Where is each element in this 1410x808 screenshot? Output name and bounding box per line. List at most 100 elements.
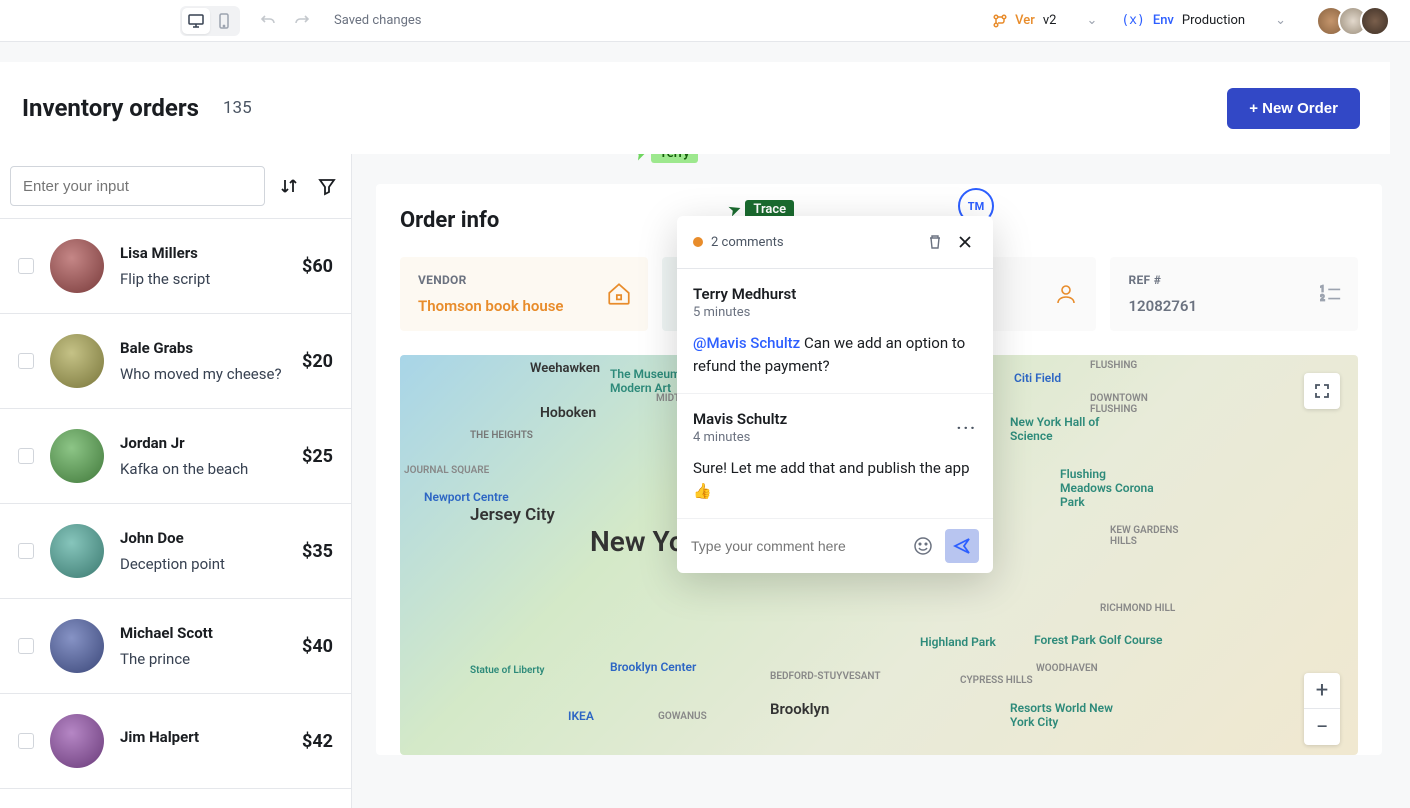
comment-time: 5 minutes	[693, 305, 796, 320]
ref-label: REF #	[1128, 273, 1340, 287]
order-price: $35	[302, 541, 333, 562]
search-input[interactable]	[10, 166, 265, 206]
filter-button[interactable]	[313, 172, 341, 200]
collaborator-cursor-terry: ➤ Terry	[634, 154, 698, 163]
device-toggle	[180, 6, 240, 36]
order-list-row[interactable]: Bale Grabs Who moved my cheese? $20	[0, 314, 351, 409]
order-subtitle: Kafka on the beach	[120, 460, 286, 478]
map-hood: BEDFORD-STUYVESANT	[770, 671, 880, 682]
order-list-row[interactable]: Lisa Millers Flip the script $60	[0, 219, 351, 314]
archive-button[interactable]	[923, 230, 947, 254]
map-hood: GOWANUS	[658, 711, 707, 722]
avatar	[50, 429, 104, 483]
ref-value: 12082761	[1128, 297, 1340, 315]
order-detail-pane: ➤ Terry ➤ Trace TM Order info VENDOR Tho…	[352, 154, 1410, 808]
topbar: Saved changes Ver v2 ⌄ (x) Env Productio…	[0, 0, 1410, 42]
chevron-down-icon: ⌄	[1086, 13, 1097, 28]
page-header: Inventory orders 135 + New Order	[0, 62, 1390, 154]
cursor-label: Terry	[651, 154, 697, 163]
map-poi: Forest Park Golf Course	[1034, 633, 1162, 647]
order-price: $60	[302, 256, 333, 277]
desktop-device-button[interactable]	[182, 8, 210, 34]
desktop-icon	[188, 14, 204, 28]
order-price: $42	[302, 731, 333, 752]
order-name: Lisa Millers	[120, 244, 286, 262]
map-hood: DOWNTOWN FLUSHING	[1090, 393, 1170, 415]
map-zoom-control: + −	[1304, 673, 1340, 745]
comment-time: 4 minutes	[693, 430, 787, 445]
order-name: Jordan Jr	[120, 434, 286, 452]
trash-icon	[928, 234, 942, 250]
send-comment-button[interactable]	[945, 529, 979, 563]
order-list-row[interactable]: John Doe Deception point $35	[0, 504, 351, 599]
vendor-card: VENDOR Thomson book house	[400, 257, 648, 331]
new-order-button[interactable]: + New Order	[1227, 88, 1360, 129]
avatar	[50, 334, 104, 388]
map-hood: Statue of Liberty	[470, 665, 545, 676]
row-checkbox[interactable]	[18, 353, 34, 369]
row-checkbox[interactable]	[18, 638, 34, 654]
comment-reply-input[interactable]	[691, 538, 901, 554]
redo-button[interactable]	[288, 7, 316, 35]
mobile-device-button[interactable]	[210, 8, 238, 34]
row-checkbox[interactable]	[18, 543, 34, 559]
map-fullscreen-button[interactable]	[1304, 373, 1340, 409]
fullscreen-icon	[1314, 383, 1330, 399]
undo-button[interactable]	[254, 7, 282, 35]
map-label: THE HEIGHTS	[470, 430, 533, 441]
home-icon	[606, 281, 632, 307]
close-button[interactable]	[953, 230, 977, 254]
ref-card: REF # 12082761 12	[1110, 257, 1358, 331]
order-name: Jim Halpert	[120, 728, 286, 746]
row-checkbox[interactable]	[18, 258, 34, 274]
undo-icon	[260, 13, 276, 29]
cursor-arrow-icon: ➤	[631, 154, 650, 165]
order-price: $25	[302, 446, 333, 467]
page-title: Inventory orders	[22, 94, 199, 122]
comment-item: Terry Medhurst 5 minutes @Mavis Schultz …	[677, 269, 993, 394]
row-checkbox[interactable]	[18, 733, 34, 749]
saved-status: Saved changes	[334, 13, 421, 28]
branch-icon	[993, 14, 1007, 28]
order-price: $40	[302, 636, 333, 657]
zoom-out-button[interactable]: −	[1304, 709, 1340, 745]
order-list-row[interactable]: Jordan Jr Kafka on the beach $25	[0, 409, 351, 504]
map-poi: Resorts World New York City	[1010, 701, 1130, 729]
redo-icon	[294, 13, 310, 29]
map-hood: FLUSHING	[1090, 360, 1137, 371]
emoji-icon	[913, 536, 933, 556]
chevron-down-icon: ⌄	[1275, 13, 1286, 28]
order-list-sidebar: Lisa Millers Flip the script $60 Bale Gr…	[0, 154, 352, 808]
row-checkbox[interactable]	[18, 448, 34, 464]
send-icon	[953, 537, 971, 555]
order-name: Michael Scott	[120, 624, 286, 642]
order-name: Bale Grabs	[120, 339, 286, 357]
emoji-picker-button[interactable]	[909, 532, 937, 560]
order-list-row[interactable]: Jim Halpert $42	[0, 694, 351, 789]
comment-body: @Mavis Schultz Can we add an option to r…	[693, 332, 977, 377]
order-list-row[interactable]: Michael Scott The prince $40	[0, 599, 351, 694]
comment-item: Mavis Schultz 4 minutes ··· Sure! Let me…	[677, 394, 993, 519]
order-subtitle: Flip the script	[120, 270, 286, 288]
map-label: Jersey City	[470, 505, 555, 525]
comment-body: Sure! Let me add that and publish the ap…	[693, 457, 977, 502]
map-hood: Highland Park	[920, 635, 996, 649]
avatar[interactable]	[1360, 6, 1390, 36]
comment-more-button[interactable]: ···	[957, 418, 977, 437]
map-hood: JOURNAL SQUARE	[404, 465, 489, 476]
zoom-in-button[interactable]: +	[1304, 673, 1340, 709]
list-icon: 12	[1320, 283, 1342, 305]
map-label: Hoboken	[540, 405, 596, 421]
comments-popover: 2 comments Terry Medhurst 5 minutes @Mav…	[677, 216, 993, 573]
comment-author: Mavis Schultz	[693, 410, 787, 428]
map-poi: Citi Field	[1014, 371, 1061, 385]
sort-button[interactable]	[275, 172, 303, 200]
environment-selector[interactable]: (x) Env Production ⌄	[1121, 13, 1286, 28]
vendor-label: VENDOR	[418, 273, 630, 287]
map-label: Brooklyn	[770, 700, 829, 718]
order-price: $20	[302, 351, 333, 372]
mention[interactable]: @Mavis Schultz	[693, 334, 800, 352]
version-selector[interactable]: Ver v2 ⌄	[993, 13, 1097, 28]
order-name: John Doe	[120, 529, 286, 547]
avatar	[50, 524, 104, 578]
